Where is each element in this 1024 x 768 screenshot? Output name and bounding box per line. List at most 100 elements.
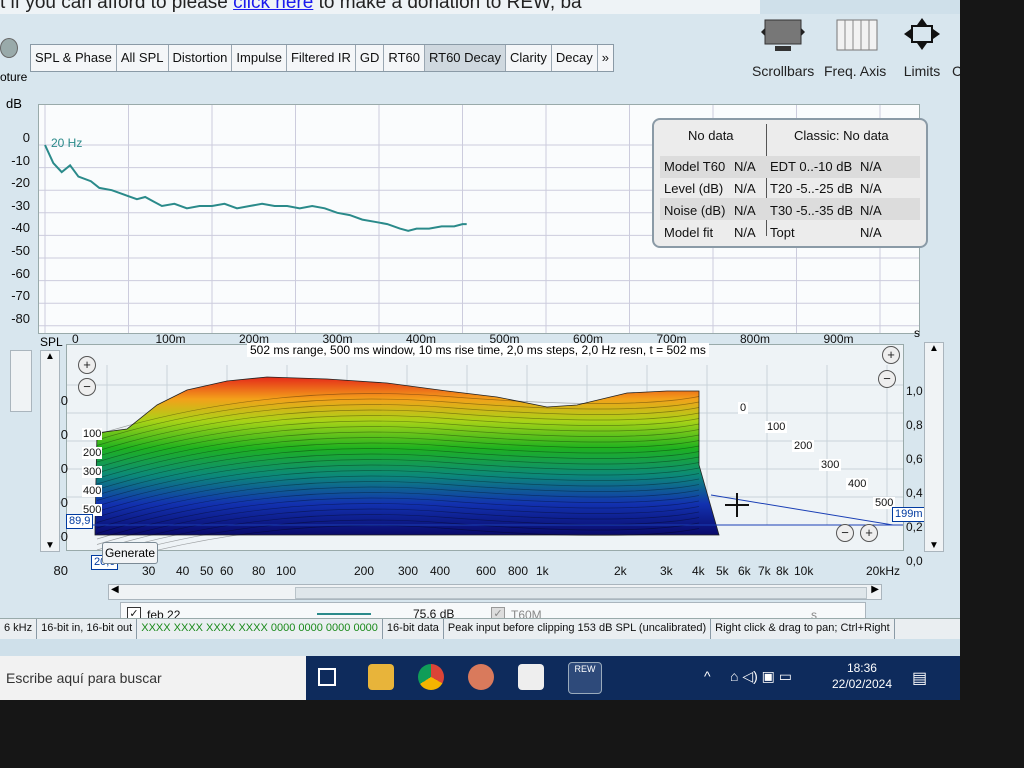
info-label: T30 -5..-35 dB (770, 203, 854, 218)
wf-inner-y-tick: 400 (82, 485, 103, 497)
wf-x-tick: 30 (142, 564, 156, 578)
wf-x-tick: 80 (252, 564, 266, 578)
wf-time-tick: 100 (765, 421, 788, 433)
donate-text: t if you can afford to please (0, 0, 234, 13)
zoom-in-icon[interactable]: + (78, 356, 96, 374)
vertical-scrollbar-right[interactable]: ▲ ▼ (924, 342, 944, 552)
wf-inner-y-tick: 200 (82, 447, 103, 459)
task-view-icon[interactable] (318, 668, 336, 686)
notifications-icon[interactable]: ▤ (912, 668, 927, 688)
search-placeholder: Escribe aquí para buscar (6, 670, 162, 686)
scroll-up-arrow[interactable]: ▲ (41, 351, 59, 362)
tab-7[interactable]: RT60 Decay (424, 45, 506, 71)
spl-label: SPL (40, 335, 63, 349)
taskbar-search-input[interactable]: Escribe aquí para buscar (0, 656, 306, 700)
wf-inner-y-tick: 100 (82, 428, 103, 440)
rew-app-icon[interactable]: REW (568, 662, 602, 694)
zoom-out-right-icon[interactable]: − (878, 370, 896, 388)
app-icon[interactable] (468, 664, 494, 690)
scroll-up-arrow[interactable]: ▲ (925, 343, 943, 354)
y-tick: -50 (11, 243, 30, 258)
wf-right-tick: 0,0 (906, 554, 923, 568)
scrollbars-label: Scrollbars (752, 63, 815, 79)
info-value: N/A (860, 203, 882, 218)
waterfall-plot[interactable]: 502 ms range, 500 ms window, 10 ms rise … (66, 343, 904, 567)
status-field: Peak input before clipping 153 dB SPL (u… (444, 619, 712, 639)
zoom-in-right-icon[interactable]: + (882, 346, 900, 364)
file-explorer-icon[interactable] (368, 664, 394, 690)
tab-10[interactable]: » (597, 45, 613, 71)
donate-text-suffix: to make a donation to REW, ba (313, 0, 582, 13)
info-value: N/A (860, 181, 882, 196)
status-field: Right click & drag to pan; Ctrl+Right (711, 619, 895, 639)
monitor-screen: t if you can afford to please click here… (0, 0, 960, 700)
status-field: 16-bit in, 16-bit out (37, 619, 138, 639)
tab-4[interactable]: Filtered IR (286, 45, 356, 71)
tab-1[interactable]: All SPL (116, 45, 169, 71)
tray-icons[interactable]: ⌂ ◁) ▣ ▭ (730, 668, 792, 685)
scroll-left-arrow[interactable]: ◀ (111, 584, 119, 595)
horizontal-scrollbar[interactable]: ◀ ▶ (108, 584, 882, 600)
wf-x-tick: 6k (738, 564, 751, 578)
scrollbars-tool[interactable]: Scrollbars (752, 16, 814, 79)
foobar-icon[interactable] (518, 664, 544, 690)
wf-right-tick: 0,8 (906, 418, 923, 432)
controls-tool[interactable]: Controls (952, 16, 960, 79)
donate-link[interactable]: click here (233, 0, 313, 13)
capture-icon[interactable] (0, 38, 18, 58)
limits-icon (904, 18, 940, 50)
vertical-scrollbar-left-outer[interactable] (10, 350, 32, 412)
wf-time-tick: 300 (819, 459, 842, 471)
scroll-down-arrow[interactable]: ▼ (41, 540, 59, 551)
tab-2[interactable]: Distortion (168, 45, 233, 71)
tab-8[interactable]: Clarity (506, 45, 552, 71)
cursor-diagonal (710, 494, 894, 526)
tray-chevron-icon[interactable]: ^ (704, 668, 711, 684)
legend-trace-line (317, 613, 371, 615)
wf-x-tick: 7k (758, 564, 771, 578)
info-value: N/A (734, 225, 756, 240)
tab-6[interactable]: RT60 (384, 45, 425, 71)
waterfall-header: 502 ms range, 500 ms window, 10 ms rise … (247, 343, 709, 357)
freq-axis-label: Freq. Axis (824, 63, 887, 79)
y-tick: -20 (11, 175, 30, 191)
y-tick: -70 (11, 288, 30, 304)
wf-x-tick: 300 (398, 564, 419, 578)
tab-3[interactable]: Impulse (232, 45, 287, 71)
chrome-icon[interactable] (418, 664, 444, 690)
limits-label: Limits (903, 63, 941, 79)
generate-button[interactable]: Generate (102, 542, 158, 564)
status-field: 16-bit data (383, 619, 444, 639)
tab-9[interactable]: Decay (551, 45, 598, 71)
limits-tool[interactable]: Limits (898, 16, 946, 79)
status-bar: 6 kHz 16-bit in, 16-bit out XXXX XXXX XXXX… (0, 618, 960, 639)
wf-x-tick: 8k (776, 564, 789, 578)
wf-x-tick: 40 (176, 564, 190, 578)
cursor-time-readout: 199m (892, 507, 926, 522)
rt60-info-panel: No data Classic: No data Model T60 N/A EDT… (652, 118, 928, 248)
rew-window: oture SPL & Phase All SPL Distortion Impuls… (0, 14, 960, 639)
wf-x-tick: 600 (476, 564, 497, 578)
vertical-scrollbar-left[interactable]: ▲ ▼ (40, 350, 60, 552)
info-label: T20 -5..-25 dB (770, 181, 854, 196)
info-label: Model fit (664, 225, 714, 240)
scroll-right-arrow[interactable]: ▶ (871, 584, 879, 595)
wf-x-tick: 4k (692, 564, 705, 578)
tab-5[interactable]: GD (355, 45, 385, 71)
top-x-unit: s (914, 326, 920, 340)
zoom-in-time-icon[interactable]: + (860, 524, 878, 542)
wf-x-tick: 60 (220, 564, 234, 578)
donate-banner: t if you can afford to please click here… (0, 0, 760, 14)
zoom-out-icon[interactable]: − (78, 378, 96, 396)
wf-x-tick: 10k (794, 564, 814, 578)
freq-axis-tool[interactable]: Freq. Axis (824, 16, 886, 79)
tab-0[interactable]: SPL & Phase (31, 45, 117, 71)
info-label: Level (dB) (664, 181, 724, 196)
scroll-down-arrow[interactable]: ▼ (925, 540, 943, 551)
y-tick: 0 (22, 130, 30, 145)
taskbar-clock[interactable]: 18:36 22/02/2024 (832, 660, 892, 692)
zoom-out-time-icon[interactable]: − (836, 524, 854, 542)
info-label: Model T60 (664, 159, 726, 174)
scroll-thumb[interactable] (295, 587, 867, 599)
y-tick: -10 (11, 152, 30, 168)
